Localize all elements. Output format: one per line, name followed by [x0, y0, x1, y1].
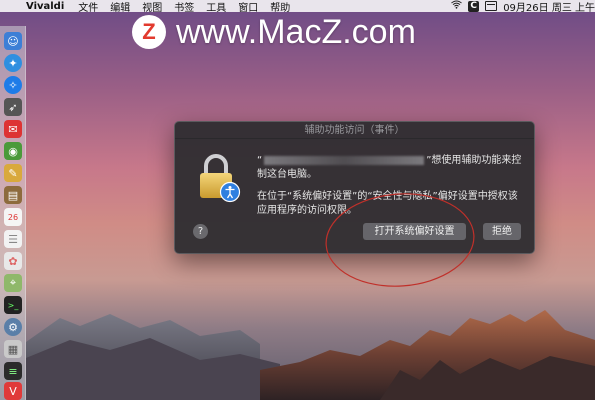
mountain-landscape: [26, 310, 595, 400]
deny-button[interactable]: 拒绝: [483, 223, 521, 240]
watermark-text: www.MacZ.com: [176, 12, 416, 51]
photos-icon[interactable]: ✿: [4, 252, 22, 270]
dialog-message-main: “”想使用辅助功能来控制这台电脑。: [257, 154, 527, 182]
watermark: Z www.MacZ.com: [132, 8, 416, 56]
app-red-icon[interactable]: ✉: [4, 120, 22, 138]
calendar-icon[interactable]: [485, 1, 498, 11]
finder-icon[interactable]: ☺: [4, 32, 22, 50]
menu-extras: C 09月26日 周三 上午: [445, 0, 595, 14]
reminders-icon[interactable]: ☰: [4, 230, 22, 248]
menu-app-name[interactable]: Vivaldi: [26, 1, 64, 12]
c-app-icon[interactable]: C: [468, 0, 480, 12]
contacts-icon[interactable]: ▤: [4, 186, 22, 204]
rocket-icon[interactable]: ➶: [4, 98, 22, 116]
menu-item-file[interactable]: 文件: [78, 0, 98, 14]
lock-accessibility-icon: [197, 154, 241, 204]
safari-icon[interactable]: ✧: [4, 76, 22, 94]
help-button[interactable]: ?: [193, 224, 208, 239]
dialog-title: 辅助功能访问（事件）: [175, 122, 534, 139]
android-icon[interactable]: ◉: [4, 142, 22, 160]
maps-icon[interactable]: ⌖: [4, 274, 22, 292]
wifi-icon[interactable]: [451, 0, 462, 12]
menu-clock[interactable]: 09月26日 周三 上午: [503, 0, 595, 14]
launchpad-icon[interactable]: ✦: [4, 54, 22, 72]
menu-item-edit[interactable]: 编辑: [110, 0, 130, 14]
annotation-circle: [325, 193, 475, 287]
redacted-app-name: [264, 155, 425, 165]
notes-icon[interactable]: ✎: [4, 164, 22, 182]
calendar-app-icon[interactable]: 26: [4, 208, 22, 226]
watermark-logo-icon: Z: [132, 15, 166, 49]
open-quote: “: [257, 155, 263, 166]
